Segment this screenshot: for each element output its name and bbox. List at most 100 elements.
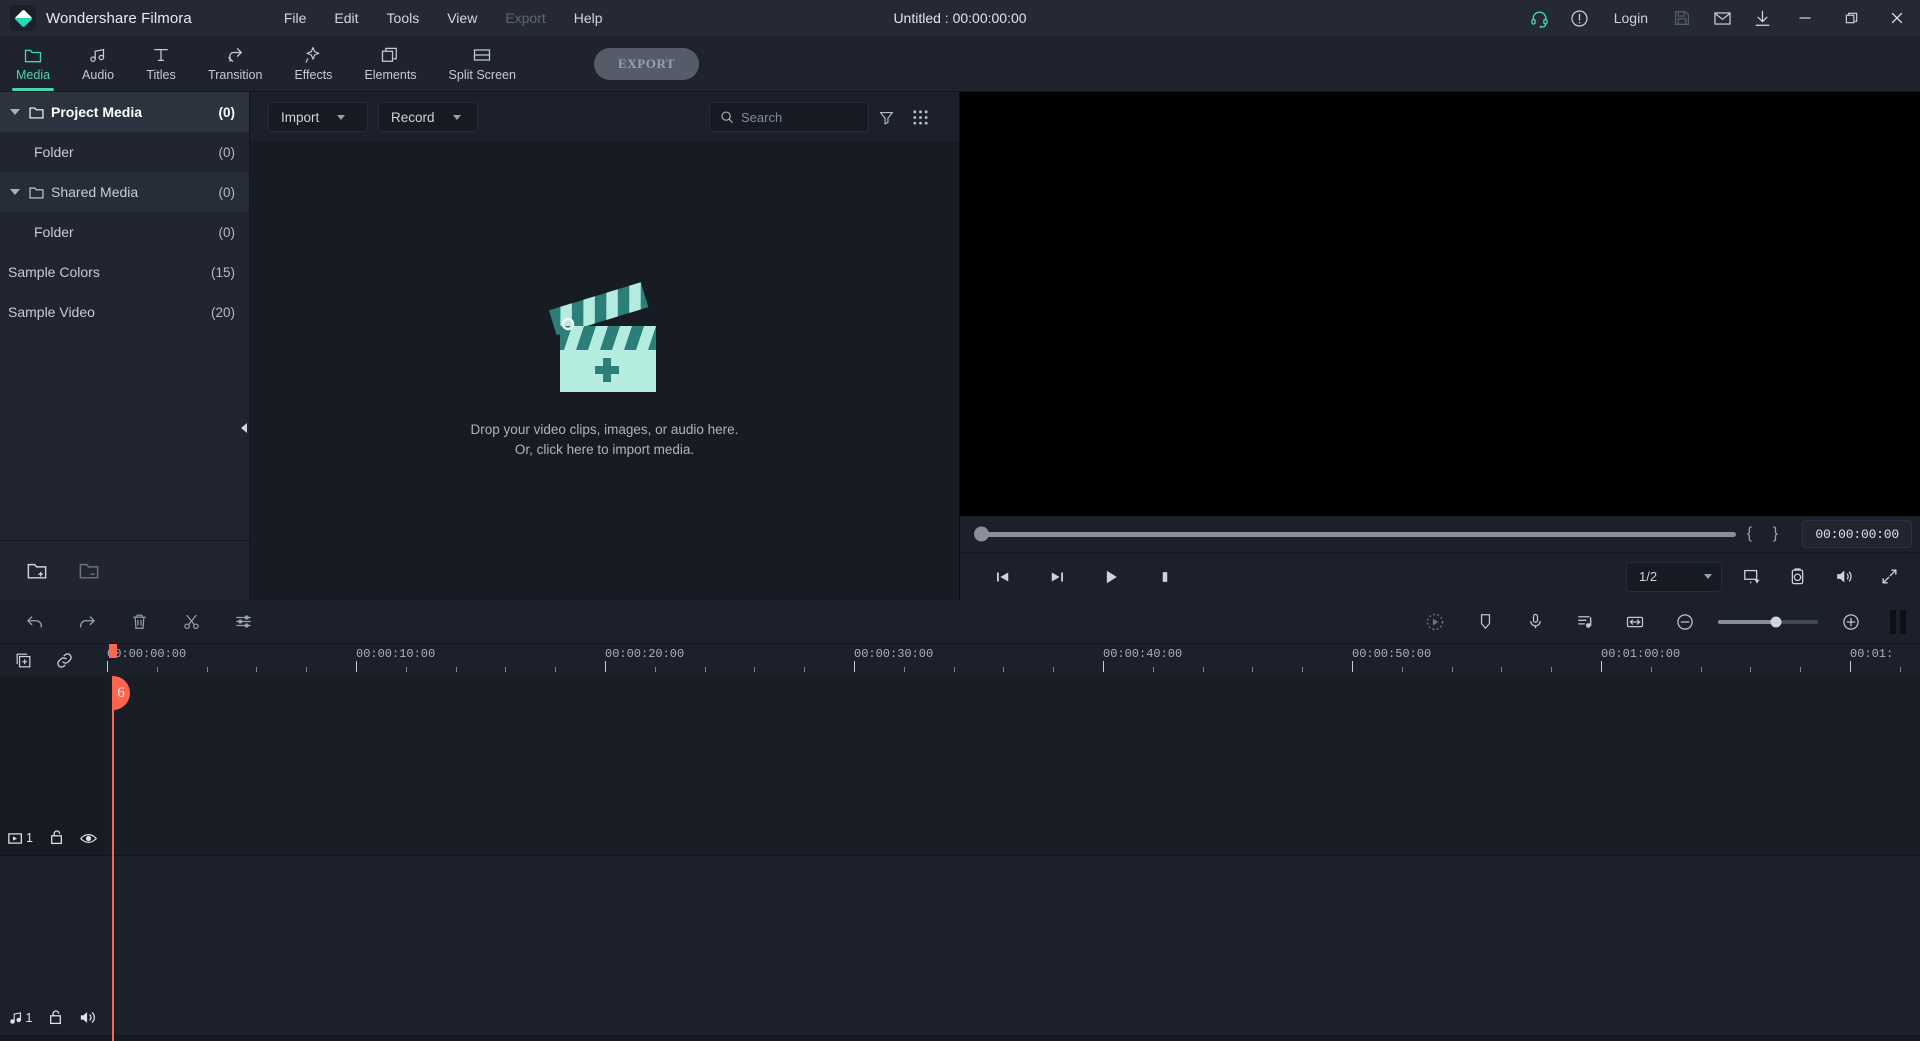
eye-icon[interactable] xyxy=(79,832,97,845)
ruler-tick xyxy=(1650,667,1652,672)
export-button[interactable]: EXPORT xyxy=(593,47,700,80)
fullscreen-icon[interactable] xyxy=(1872,560,1906,594)
pause-bars-icon[interactable] xyxy=(1890,609,1906,634)
video-track-icon[interactable]: 1 xyxy=(8,831,33,845)
preview-timecode[interactable]: 00:00:00:00 xyxy=(1802,520,1912,548)
redo-icon[interactable] xyxy=(70,605,104,639)
tab-split-screen[interactable]: Split Screen xyxy=(433,36,532,91)
info-circle-icon[interactable] xyxy=(1560,0,1600,36)
media-dropzone[interactable]: Drop your video clips, images, or audio … xyxy=(250,142,959,600)
grid-view-icon[interactable] xyxy=(903,100,937,134)
search-box[interactable] xyxy=(709,102,869,132)
preview-controls: 1/2 xyxy=(960,552,1920,600)
save-disk-icon xyxy=(1662,0,1702,36)
track-body-video[interactable] xyxy=(105,676,1920,855)
timeline-toolbar xyxy=(0,600,1920,644)
unlock-icon[interactable] xyxy=(49,829,64,845)
speaker-icon[interactable] xyxy=(79,1010,96,1025)
timeline-gutter xyxy=(0,644,105,676)
audio-track-icon[interactable]: 1 xyxy=(9,1011,32,1025)
tree-item-project-folder[interactable]: Folder (0) xyxy=(0,132,249,172)
tab-elements[interactable]: Elements xyxy=(348,36,432,91)
clapperboard-plus-icon xyxy=(546,282,664,394)
volume-icon[interactable] xyxy=(1826,560,1860,594)
maximize-icon[interactable] xyxy=(1828,0,1874,36)
search-input[interactable] xyxy=(741,109,858,125)
screen-cast-icon[interactable] xyxy=(1734,560,1768,594)
menu-file[interactable]: File xyxy=(270,4,321,32)
import-dropdown[interactable]: Import xyxy=(268,102,368,132)
ruler-label: 00:01: xyxy=(1850,647,1894,661)
record-dropdown[interactable]: Record xyxy=(378,102,478,132)
seek-slider[interactable] xyxy=(974,526,1737,542)
seek-knob[interactable] xyxy=(974,526,989,542)
tree-item-shared-media[interactable]: Shared Media (0) xyxy=(0,172,249,212)
tree-label: Sample Video xyxy=(8,304,95,320)
microphone-icon[interactable] xyxy=(1518,605,1552,639)
tab-effects-label: Effects xyxy=(294,68,333,82)
ruler-tick xyxy=(1850,661,1851,672)
timeline-panel: 00:00:00:00 00:00:10:00 00:00:20:00 00:00:3… xyxy=(0,600,1920,1041)
login-button[interactable]: Login xyxy=(1600,10,1662,26)
main-toolbar: Media Audio Titles Transition Effects El… xyxy=(0,36,1920,92)
audio-mixer-icon[interactable] xyxy=(1568,605,1602,639)
menu-edit[interactable]: Edit xyxy=(320,4,372,32)
folder-minus-icon[interactable] xyxy=(78,561,100,581)
tab-titles[interactable]: Titles xyxy=(130,36,192,91)
video-canvas[interactable] xyxy=(960,92,1920,516)
camera-snapshot-icon[interactable] xyxy=(1780,560,1814,594)
ruler-tick xyxy=(854,661,855,672)
zoom-slider-knob[interactable] xyxy=(1770,616,1782,627)
playhead[interactable]: 6 xyxy=(112,676,130,1041)
sliders-icon[interactable] xyxy=(226,605,260,639)
tab-audio[interactable]: Audio xyxy=(66,36,130,91)
render-preview-icon[interactable] xyxy=(1418,605,1452,639)
chevron-down-icon[interactable] xyxy=(8,189,22,195)
menu-view[interactable]: View xyxy=(433,4,491,32)
mark-in-button[interactable]: { xyxy=(1736,525,1762,543)
timeline-ruler[interactable]: 00:00:00:00 00:00:10:00 00:00:20:00 00:00:3… xyxy=(105,644,1920,676)
link-chain-icon[interactable] xyxy=(55,651,74,670)
menu-help[interactable]: Help xyxy=(560,4,617,32)
undo-icon[interactable] xyxy=(18,605,52,639)
filter-funnel-icon[interactable] xyxy=(869,100,903,134)
fit-to-screen-icon[interactable] xyxy=(1618,605,1652,639)
play-icon[interactable] xyxy=(1094,560,1128,594)
tab-effects[interactable]: Effects xyxy=(278,36,348,91)
trash-icon[interactable] xyxy=(122,605,156,639)
timeline-empty-area[interactable] xyxy=(0,1036,1920,1041)
menu-tools[interactable]: Tools xyxy=(373,4,434,32)
scissors-icon[interactable] xyxy=(174,605,208,639)
track-body-audio[interactable] xyxy=(105,856,1920,1035)
stop-icon[interactable] xyxy=(1148,560,1182,594)
mail-icon[interactable] xyxy=(1702,0,1742,36)
zoom-out-icon[interactable] xyxy=(1668,605,1702,639)
close-icon[interactable] xyxy=(1874,0,1920,36)
mark-out-button[interactable]: } xyxy=(1762,525,1788,543)
tree-item-sample-colors[interactable]: Sample Colors (15) xyxy=(0,252,249,292)
ruler-tick xyxy=(1152,667,1154,672)
chevron-down-icon[interactable] xyxy=(8,109,22,115)
tree-item-shared-folder[interactable]: Folder (0) xyxy=(0,212,249,252)
zoom-in-icon[interactable] xyxy=(1834,605,1868,639)
zoom-slider[interactable] xyxy=(1718,616,1818,627)
marker-shield-icon[interactable] xyxy=(1468,605,1502,639)
step-backward-icon[interactable] xyxy=(986,560,1020,594)
tab-transition[interactable]: Transition xyxy=(192,36,278,91)
download-icon[interactable] xyxy=(1742,0,1782,36)
minimize-icon[interactable] xyxy=(1782,0,1828,36)
tree-item-sample-video[interactable]: Sample Video (20) xyxy=(0,292,249,332)
ruler-tick xyxy=(1202,667,1204,672)
chevron-down-icon xyxy=(337,114,346,120)
unlock-icon[interactable] xyxy=(48,1009,63,1025)
app-brand-label: Wondershare Filmora xyxy=(46,9,192,27)
tree-item-project-media[interactable]: Project Media (0) xyxy=(0,92,249,132)
step-forward-icon[interactable] xyxy=(1040,560,1074,594)
tab-media[interactable]: Media xyxy=(0,36,66,91)
add-track-icon[interactable] xyxy=(14,651,33,670)
headset-icon[interactable] xyxy=(1520,0,1560,36)
quality-dropdown[interactable]: 1/2 xyxy=(1626,561,1722,592)
ruler-playhead-marker[interactable] xyxy=(109,644,117,658)
collapse-left-icon[interactable] xyxy=(239,414,249,442)
folder-plus-icon[interactable] xyxy=(26,561,48,581)
